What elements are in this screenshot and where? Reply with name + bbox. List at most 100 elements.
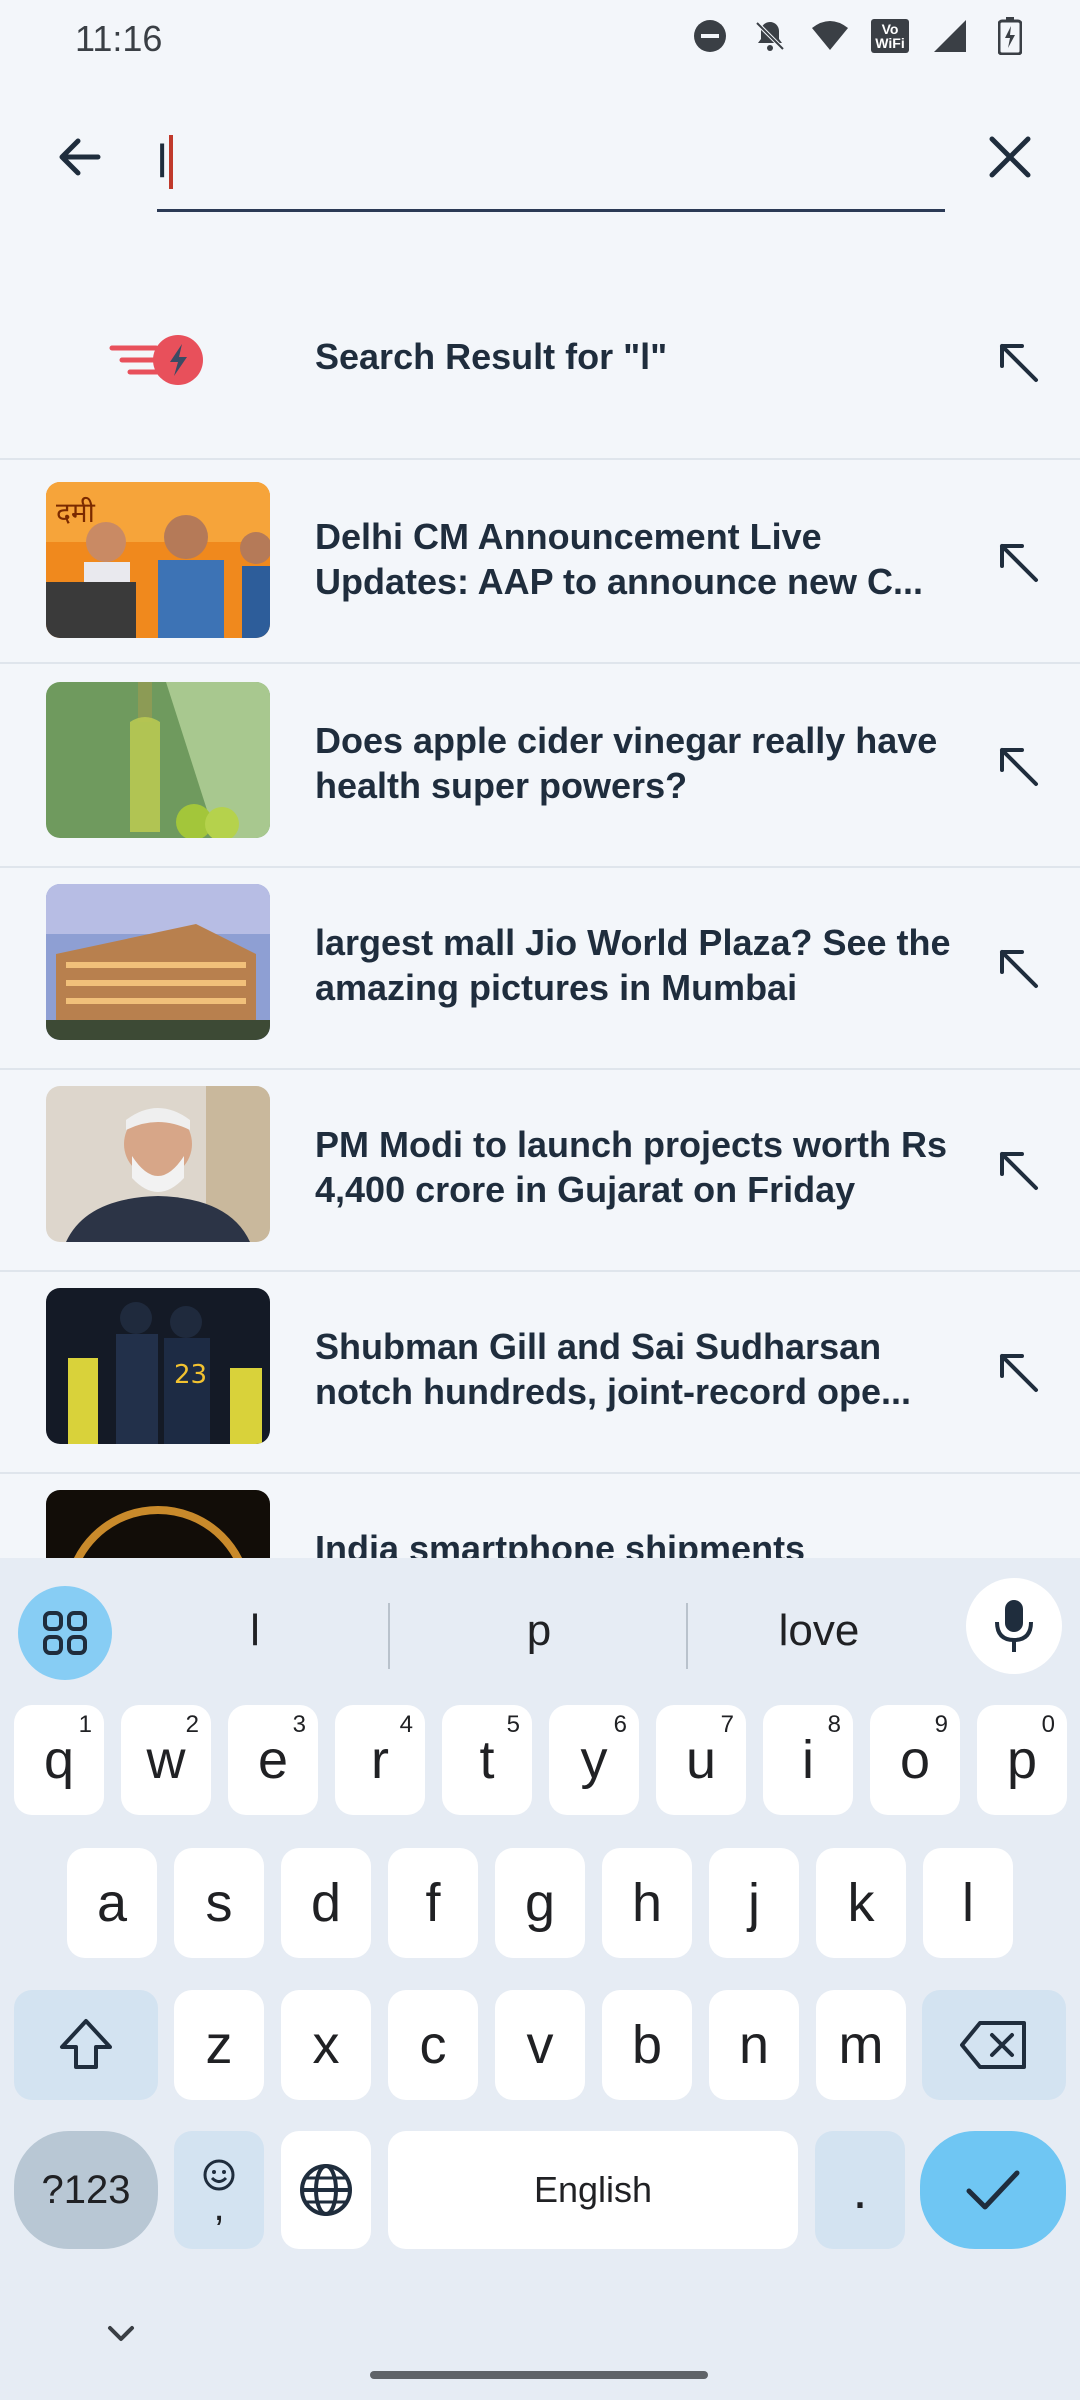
close-icon <box>989 136 1031 178</box>
fill-query-arrow-icon[interactable] <box>996 540 1040 584</box>
key-f[interactable]: f <box>388 1848 478 1958</box>
key-hint: 9 <box>934 1711 948 1738</box>
key-hint: 5 <box>506 1711 520 1738</box>
key-q[interactable]: q1 <box>14 1705 104 1815</box>
key-hint: 2 <box>185 1711 199 1738</box>
space-key[interactable]: English <box>388 2131 798 2249</box>
key-z[interactable]: z <box>174 1990 264 2100</box>
search-result-row[interactable]: दमी Delhi CM Announcement Live Updates: … <box>0 460 1080 664</box>
svg-text:23: 23 <box>174 1360 207 1390</box>
suggestion-3[interactable]: love <box>694 1586 944 1676</box>
suggestion-1[interactable]: l <box>130 1586 380 1676</box>
done-key[interactable] <box>920 2131 1066 2249</box>
fill-query-arrow-icon[interactable] <box>996 744 1040 788</box>
smartphone-thumbnail <box>46 1490 270 1558</box>
key-label: m <box>838 2015 884 2075</box>
key-e[interactable]: e3 <box>228 1705 318 1815</box>
shift-key[interactable] <box>14 1990 158 2100</box>
suggestion-2[interactable]: p <box>396 1586 682 1676</box>
key-v[interactable]: v <box>495 1990 585 2100</box>
search-bar <box>0 85 1080 235</box>
key-t[interactable]: t5 <box>442 1705 532 1815</box>
key-label: l <box>962 1873 974 1933</box>
search-result-row[interactable]: PM Modi to launch projects worth Rs 4,40… <box>0 1068 1080 1272</box>
key-c[interactable]: c <box>388 1990 478 2100</box>
fill-query-arrow-icon[interactable] <box>996 946 1040 990</box>
key-m[interactable]: m <box>816 1990 906 2100</box>
do-not-disturb-icon <box>690 16 730 56</box>
gesture-home-bar[interactable] <box>370 2371 708 2379</box>
fill-query-arrow-icon[interactable] <box>996 1148 1040 1192</box>
cricket-thumbnail: 23 <box>46 1288 270 1444</box>
search-result-row[interactable]: India smartphone shipments <box>0 1472 1080 1558</box>
key-d[interactable]: d <box>281 1848 371 1958</box>
key-label: n <box>738 2015 770 2075</box>
backspace-key[interactable] <box>922 1990 1066 2100</box>
search-result-row[interactable]: 23 Shubman Gill and Sai Sudharsan notch … <box>0 1270 1080 1474</box>
check-icon <box>966 2170 1020 2210</box>
key-label: i <box>802 1730 814 1790</box>
key-r[interactable]: r4 <box>335 1705 425 1815</box>
key-g[interactable]: g <box>495 1848 585 1958</box>
bell-off-icon <box>750 16 790 56</box>
key-label: a <box>96 1873 128 1933</box>
fill-query-arrow-icon[interactable] <box>996 340 1040 384</box>
key-i[interactable]: i8 <box>763 1705 853 1815</box>
result-title: Delhi CM Announcement Live Updates: AAP … <box>315 516 924 602</box>
battery-charging-icon <box>990 16 1030 56</box>
key-j[interactable]: j <box>709 1848 799 1958</box>
key-h[interactable]: h <box>602 1848 692 1958</box>
search-result-row[interactable]: Does apple cider vinegar really have hea… <box>0 664 1080 868</box>
fill-query-arrow-icon[interactable] <box>996 1350 1040 1394</box>
key-p[interactable]: p0 <box>977 1705 1067 1815</box>
key-label: x <box>312 2015 340 2075</box>
key-label: , <box>213 2185 225 2229</box>
svg-text:दमी: दमी <box>56 496 96 529</box>
vowifi-icon: Vo WiFi <box>870 16 910 56</box>
back-button[interactable] <box>48 125 112 189</box>
result-title: India smartphone shipments <box>315 1528 806 1558</box>
search-result-query-row[interactable]: Search Result for "l" <box>0 268 1080 460</box>
key-y[interactable]: y6 <box>549 1705 639 1815</box>
key-s[interactable]: s <box>174 1848 264 1958</box>
shift-arrow-icon <box>60 2019 112 2069</box>
period-key[interactable]: . <box>815 2131 905 2249</box>
search-field[interactable] <box>157 125 945 212</box>
key-hint: 6 <box>613 1711 627 1738</box>
key-label: y <box>580 1730 608 1790</box>
symbols-key[interactable]: ?123 <box>14 2131 158 2249</box>
clear-search-button[interactable] <box>978 125 1042 189</box>
search-results-list: Search Result for "l" दमी Delhi CM Annou… <box>0 268 1080 1558</box>
status-bar: 11:16 Vo WiFi <box>0 0 1080 80</box>
key-u[interactable]: u7 <box>656 1705 746 1815</box>
key-o[interactable]: o9 <box>870 1705 960 1815</box>
key-label: z <box>205 2015 233 2075</box>
key-a[interactable]: a <box>67 1848 157 1958</box>
result-title: Does apple cider vinegar really have hea… <box>315 720 938 806</box>
keyboard-menu-button[interactable] <box>18 1586 112 1680</box>
microphone-icon <box>995 1600 1033 1652</box>
key-label: q <box>43 1730 75 1790</box>
key-n[interactable]: n <box>709 1990 799 2100</box>
hide-keyboard-chevron-icon[interactable] <box>96 2320 146 2350</box>
vowifi-line1: Vo <box>881 21 899 37</box>
key-label: r <box>371 1730 389 1790</box>
key-label: s <box>205 1873 233 1933</box>
search-input[interactable] <box>157 125 857 197</box>
language-key[interactable] <box>281 2131 371 2249</box>
search-result-row[interactable]: largest mall Jio World Plaza? See the am… <box>0 866 1080 1070</box>
jio-plaza-thumbnail <box>46 884 270 1040</box>
cellular-signal-icon <box>930 16 970 56</box>
key-b[interactable]: b <box>602 1990 692 2100</box>
key-l[interactable]: l <box>923 1848 1013 1958</box>
emoji-comma-key[interactable]: , <box>174 2131 264 2249</box>
apple-cider-thumbnail <box>46 682 270 838</box>
key-hint: 4 <box>399 1711 413 1738</box>
result-title: Search Result for "l" <box>315 336 668 377</box>
voice-input-button[interactable] <box>966 1578 1062 1674</box>
result-title: Shubman Gill and Sai Sudharsan notch hun… <box>315 1326 912 1412</box>
key-k[interactable]: k <box>816 1848 906 1958</box>
result-title: PM Modi to launch projects worth Rs 4,40… <box>315 1124 948 1210</box>
key-w[interactable]: w2 <box>121 1705 211 1815</box>
key-x[interactable]: x <box>281 1990 371 2100</box>
